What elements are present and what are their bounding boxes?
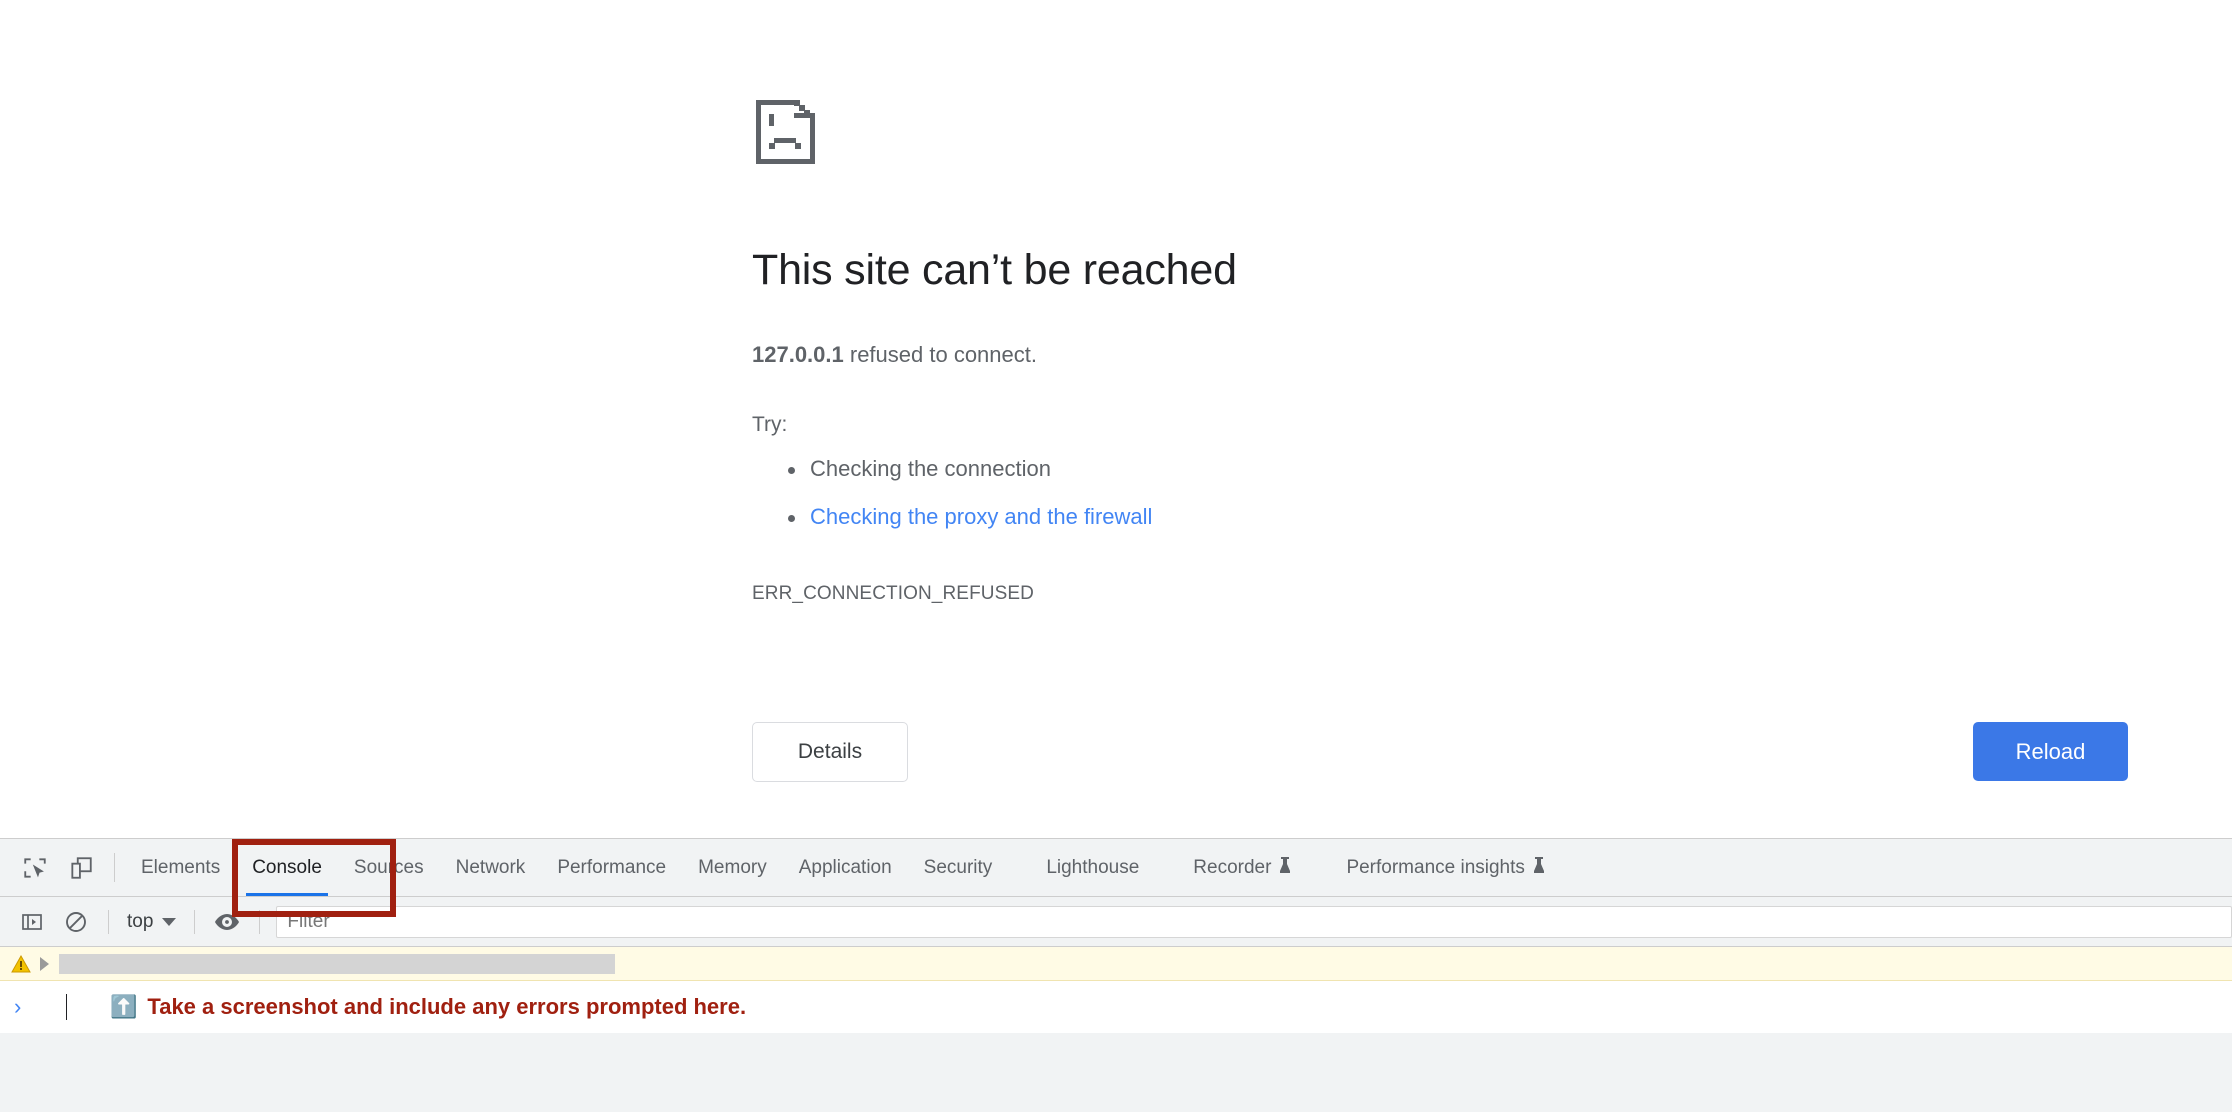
error-host: 127.0.0.1 xyxy=(752,341,844,367)
eye-icon[interactable] xyxy=(205,902,249,942)
tab-network[interactable]: Network xyxy=(440,839,542,896)
inspect-element-icon[interactable] xyxy=(12,839,58,896)
error-code: ERR_CONNECTION_REFUSED xyxy=(752,582,1034,604)
error-reason: refused to connect. xyxy=(843,341,1037,367)
toolbar-divider xyxy=(259,909,261,934)
error-button-row: Details Reload xyxy=(0,722,2232,794)
console-sidebar-icon[interactable] xyxy=(10,902,54,942)
expand-arrow-icon[interactable] xyxy=(40,956,49,971)
tab-label: Console xyxy=(252,856,322,878)
toolbar-divider xyxy=(108,909,109,934)
tab-label: Application xyxy=(798,856,892,878)
devtools-panel: Elements Console Sources Network Perform… xyxy=(0,838,2232,1112)
tab-label: Sources xyxy=(353,856,424,878)
context-label: top xyxy=(127,910,154,932)
tab-performance[interactable]: Performance xyxy=(541,839,682,896)
toolbar-divider xyxy=(194,909,196,934)
tab-label: Elements xyxy=(141,856,221,878)
tab-memory[interactable]: Memory xyxy=(682,839,783,896)
suggestion-text: Checking the connection xyxy=(810,455,1051,481)
suggestion-list: Checking the connection Checking the pro… xyxy=(752,445,2132,541)
details-button[interactable]: Details xyxy=(752,722,908,782)
console-warning-text xyxy=(59,953,615,974)
tab-sources[interactable]: Sources xyxy=(338,839,440,896)
tab-application[interactable]: Application xyxy=(783,839,908,896)
clear-console-icon[interactable] xyxy=(54,902,98,942)
proxy-firewall-link[interactable]: Checking the proxy and the firewall xyxy=(810,504,1152,529)
chevron-down-icon xyxy=(162,917,177,926)
tab-lighthouse[interactable]: Lighthouse xyxy=(1030,839,1155,896)
tab-label: Performance insights xyxy=(1346,856,1525,878)
list-item: Checking the connection xyxy=(788,445,2132,493)
tab-console[interactable]: Console xyxy=(236,839,338,896)
tab-label: Memory xyxy=(698,856,767,878)
annotation-note-text: Take a screenshot and include any errors… xyxy=(147,994,747,1019)
console-warning-row[interactable] xyxy=(0,947,2232,981)
tab-elements[interactable]: Elements xyxy=(125,839,236,896)
up-arrow-emoji-icon: ⬆️ xyxy=(110,994,138,1019)
reload-button[interactable]: Reload xyxy=(1973,722,2128,781)
page-title: This site can’t be reached xyxy=(752,246,1237,294)
tab-security[interactable]: Security xyxy=(908,839,1009,896)
console-prompt-row[interactable]: › ⬆️ Take a screenshot and include any e… xyxy=(0,981,2232,1033)
annotation-note: ⬆️ Take a screenshot and include any err… xyxy=(110,994,746,1020)
toolbar-divider xyxy=(114,853,115,882)
devtools-tabbar: Elements Console Sources Network Perform… xyxy=(0,839,2232,897)
browser-error-page: This site can’t be reached 127.0.0.1 ref… xyxy=(0,0,2232,838)
console-context-selector[interactable]: top xyxy=(119,911,184,933)
console-message-list: › ⬆️ Take a screenshot and include any e… xyxy=(0,947,2232,1033)
warning-triangle-icon xyxy=(8,954,34,973)
experiment-flask-icon xyxy=(1278,856,1292,880)
list-item: Checking the proxy and the firewall xyxy=(788,493,2132,541)
tab-label: Security xyxy=(923,856,993,878)
device-toolbar-icon[interactable] xyxy=(58,839,104,896)
console-toolbar: top xyxy=(0,897,2232,947)
tab-label: Recorder xyxy=(1193,856,1272,878)
tab-recorder[interactable]: Recorder xyxy=(1177,839,1308,896)
sad-page-icon xyxy=(756,100,815,164)
tab-label: Performance xyxy=(557,856,667,878)
filter-input[interactable] xyxy=(276,905,2232,938)
tab-label: Network xyxy=(455,856,526,878)
console-text-caret[interactable] xyxy=(66,994,67,1020)
error-content: This site can’t be reached 127.0.0.1 ref… xyxy=(752,96,2132,605)
console-prompt-arrow-icon: › xyxy=(14,994,22,1019)
tab-performance-insights[interactable]: Performance insights xyxy=(1330,839,1561,896)
try-label: Try: xyxy=(752,412,788,436)
error-subtitle: 127.0.0.1 refused to connect. xyxy=(752,338,2132,371)
experiment-flask-icon xyxy=(1532,856,1546,880)
tab-label: Lighthouse xyxy=(1046,856,1140,878)
